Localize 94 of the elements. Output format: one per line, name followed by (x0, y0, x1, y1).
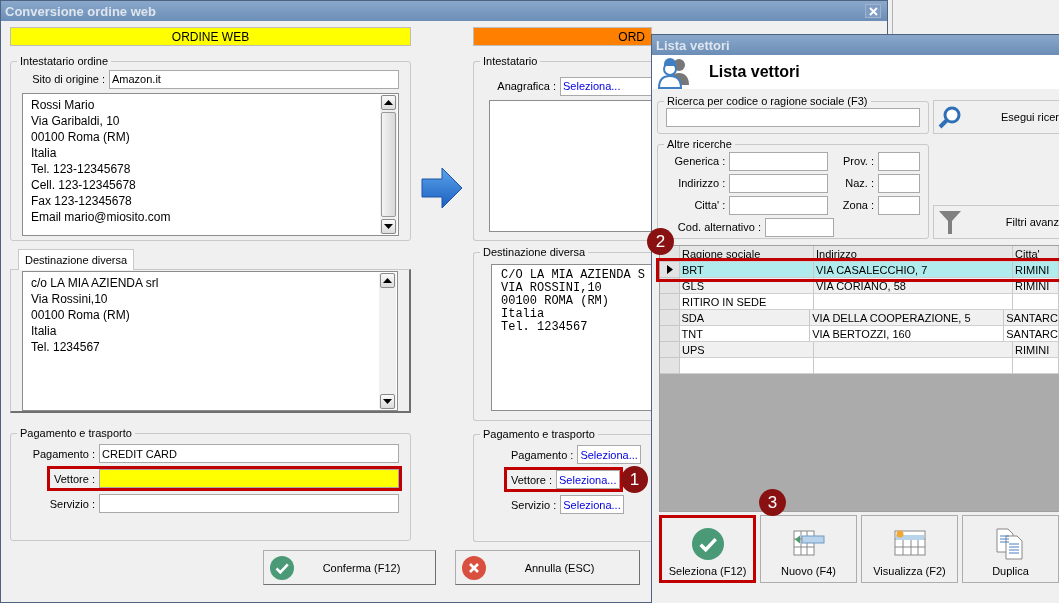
field-label: Servizio : (511, 498, 557, 511)
up-arrow-icon (383, 278, 392, 283)
search-icon (938, 105, 962, 129)
address-box[interactable]: C/O LA MIA AZIENDA S VIA ROSSINI,10 00100 ROMA (RM) Italia Tel. 1234567 (491, 264, 652, 411)
table-row[interactable]: UPS RIMINI (660, 342, 1059, 358)
group-title: Intestatario ordine (19, 55, 110, 67)
input-field[interactable]: Seleziona... (560, 495, 625, 514)
arrow-right-icon (421, 167, 463, 209)
address-line: Via Garibaldi, 10 (31, 113, 121, 129)
address-line: Tel. 1234567 (31, 339, 101, 355)
check-icon (270, 555, 294, 580)
cancel-icon (462, 555, 486, 580)
search-field[interactable] (666, 108, 920, 127)
address-line: Tel. 1234567 (501, 321, 589, 334)
table-row[interactable]: SDA VIA DELLA COOPERAZIONE, 5 SANTARC (660, 310, 1059, 326)
tab[interactable]: Destinazione diversa (18, 249, 135, 270)
table-row[interactable] (660, 358, 1059, 374)
address-line: Fax 123-12345678 (31, 193, 133, 209)
address-line: 00100 Roma (RM) (31, 307, 131, 323)
down-arrow-icon (384, 224, 393, 229)
address-line: Rossi Mario (31, 97, 96, 113)
group-title: Pagamento e trasporto (19, 427, 133, 439)
step-marker: 1 (621, 466, 648, 493)
action-button[interactable]: Visualizza (F2) (861, 515, 958, 583)
address-line: 00100 ROMA (RM) (501, 295, 611, 308)
address-line: Tel. 123-12345678 (31, 161, 132, 177)
address-line: Email mario@miosito.com (31, 209, 172, 225)
address-line: C/O LA MIA AZIENDA S (501, 269, 647, 282)
input-field[interactable]: Seleziona... (560, 76, 652, 96)
address-line: Italia (501, 308, 546, 321)
input-field[interactable]: Amazon.it (109, 69, 399, 89)
input-field[interactable] (729, 173, 829, 193)
input-field[interactable]: CREDIT CARD (99, 444, 399, 463)
window-title: Lista vettori (656, 37, 730, 53)
field-label: Indirizzo : (678, 177, 726, 189)
field-label: Citta' : (694, 199, 726, 211)
action-button[interactable]: Nuovo (F4) (760, 515, 857, 583)
field-label: Anagrafica : (496, 80, 556, 92)
field-label: Pagamento : (511, 448, 574, 461)
table-cell (1013, 358, 1059, 374)
section-banner: ORDINE WEB (10, 27, 411, 46)
input-field[interactable]: Seleziona... (577, 445, 642, 464)
section-banner: ORD (473, 27, 652, 46)
input-field[interactable] (729, 151, 829, 171)
down-arrow-icon (383, 399, 392, 404)
field-label: Zona : (842, 199, 874, 211)
address-line: Italia (31, 145, 58, 161)
input-field[interactable] (765, 217, 834, 237)
address-box[interactable]: Rossi Mario Via Garibaldi, 10 00100 Roma (RM) Italia Tel. 123-12345678 Cell. 123-12345678 Fax 123-12345678 Email mario@miosito.com (22, 93, 399, 236)
address-line: Italia (31, 323, 58, 339)
group-title: Pagamento e trasporto (482, 428, 596, 440)
address-box[interactable] (489, 100, 652, 232)
input-field[interactable]: Seleziona... (556, 470, 620, 489)
up-arrow-icon (384, 100, 393, 105)
input-field[interactable] (99, 469, 399, 488)
filter-button[interactable]: Filtri avanz (933, 205, 1059, 239)
field-label: Vettore : (54, 472, 95, 485)
funnel-icon (938, 209, 962, 235)
field-label: Pagamento : (32, 447, 95, 460)
close-icon (868, 6, 878, 16)
address-line: Via Rossini,10 (31, 291, 109, 307)
table-row[interactable]: RITIRO IN SEDE (660, 294, 1059, 310)
action-button[interactable]: Duplica (962, 515, 1059, 583)
close-button[interactable] (865, 4, 881, 18)
group-title: Intestatario (482, 55, 539, 67)
group-title: Destinazione diversa (482, 246, 587, 258)
dialog-heading: Lista vettori (709, 63, 800, 81)
address-box[interactable]: c/o LA MIA AZIENDA srl Via Rossini,10 00100 Roma (RM) Italia Tel. 1234567 (22, 271, 398, 411)
search-button[interactable]: Esegui ricer (933, 100, 1059, 134)
documents-icon (996, 528, 1025, 560)
field-label: Servizio : (49, 497, 95, 510)
field-label: Prov. : (843, 155, 874, 167)
address-line: 00100 Roma (RM) (31, 129, 131, 145)
address-line: Cell. 123-12345678 (31, 177, 137, 193)
input-field[interactable] (878, 195, 920, 215)
table-arrow-icon (792, 528, 825, 556)
field-label: Generica : (674, 155, 726, 167)
row-pointer-icon (666, 265, 673, 274)
table-row[interactable]: TNT VIA BERTOZZI, 160 SANTARC (660, 326, 1059, 342)
window-title: Conversione ordine web (5, 3, 156, 19)
group-title: Altre ricerche (666, 138, 733, 150)
input-field[interactable] (878, 173, 920, 193)
cancel-button[interactable]: Annulla (ESC) (455, 550, 640, 585)
group-title: Ricerca per codice o ragione sociale (F3) (666, 95, 869, 107)
check-icon (691, 528, 724, 560)
input-field[interactable] (729, 195, 829, 215)
address-line: VIA ROSSINI,10 (501, 282, 603, 295)
address-line: c/o LA MIA AZIENDA srl (31, 275, 160, 291)
field-label: Sito di origine : (31, 73, 105, 85)
confirm-button[interactable]: Conferma (F12) (263, 550, 436, 585)
field-label: Vettore : (511, 473, 552, 486)
field-label: Naz. : (845, 177, 874, 189)
input-field[interactable] (878, 151, 920, 171)
input-field[interactable] (99, 494, 399, 513)
